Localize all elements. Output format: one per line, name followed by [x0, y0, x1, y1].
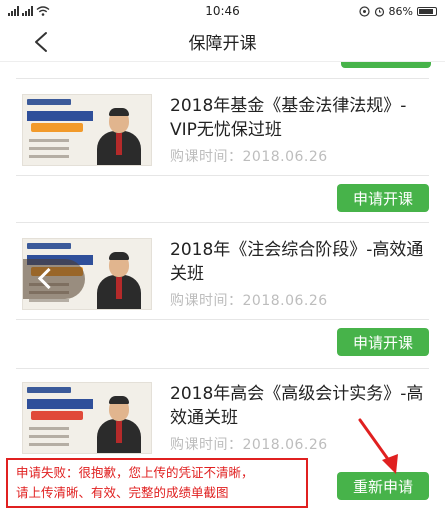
thumbnail-tag	[31, 123, 83, 132]
error-message-box: 申请失败：很抱歉，您上传的凭证不清晰， 请上传清晰、有效、完整的成绩单截图	[6, 458, 308, 508]
brand-logo	[27, 243, 71, 249]
battery-icon	[417, 6, 437, 16]
thumbnail-list	[29, 139, 69, 163]
divider	[16, 368, 429, 369]
purchase-time: 购课时间：2018.06.26	[170, 437, 328, 453]
divider	[16, 222, 429, 223]
error-line-2: 请上传清晰、有效、完整的成绩单截图	[16, 485, 229, 500]
course-thumbnail	[22, 238, 152, 310]
teacher-photo	[97, 108, 141, 165]
status-time: 10:46	[205, 4, 240, 18]
divider	[16, 175, 429, 176]
teacher-photo	[97, 396, 141, 453]
course-title: 2018年基金《基金法律法规》-VIP无忧保过班	[170, 96, 407, 140]
brand-logo	[27, 387, 71, 393]
apply-open-course-button[interactable]: 申请开课	[337, 184, 429, 212]
error-line-1: 申请失败：很抱歉，您上传的凭证不清晰，	[16, 465, 254, 480]
course-thumbnail	[22, 382, 152, 454]
purchase-time: 购课时间：2018.06.26	[170, 149, 328, 165]
thumbnail-banner	[27, 399, 93, 409]
thumbnail-tag	[31, 411, 83, 420]
divider	[16, 319, 429, 320]
page-title: 保障开课	[188, 34, 257, 54]
course-item[interactable]: 2018年基金《基金法律法规》-VIP无忧保过班 购课时间：2018.06.26	[22, 94, 432, 166]
thumbnail-list	[29, 427, 69, 451]
teacher-photo	[97, 252, 141, 309]
course-item[interactable]: 2018年《注会综合阶段》-高效通关班 购课时间：2018.06.26	[22, 238, 432, 310]
divider	[16, 78, 429, 79]
brand-logo	[27, 99, 71, 105]
course-thumbnail	[22, 94, 152, 166]
status-bar: 10:46 86%	[0, 0, 445, 22]
annotation-arrow-icon	[358, 418, 398, 474]
previous-apply-button[interactable]	[341, 62, 431, 68]
chevron-left-icon[interactable]	[28, 28, 56, 56]
carousel-back-icon[interactable]	[23, 259, 85, 299]
course-title: 2018年《注会综合阶段》-高效通关班	[170, 240, 424, 284]
apply-open-course-button[interactable]: 申请开课	[337, 328, 429, 356]
thumbnail-banner	[27, 111, 93, 121]
nav-bar: 保障开课	[0, 22, 445, 62]
purchase-time: 购课时间：2018.06.26	[170, 293, 328, 309]
